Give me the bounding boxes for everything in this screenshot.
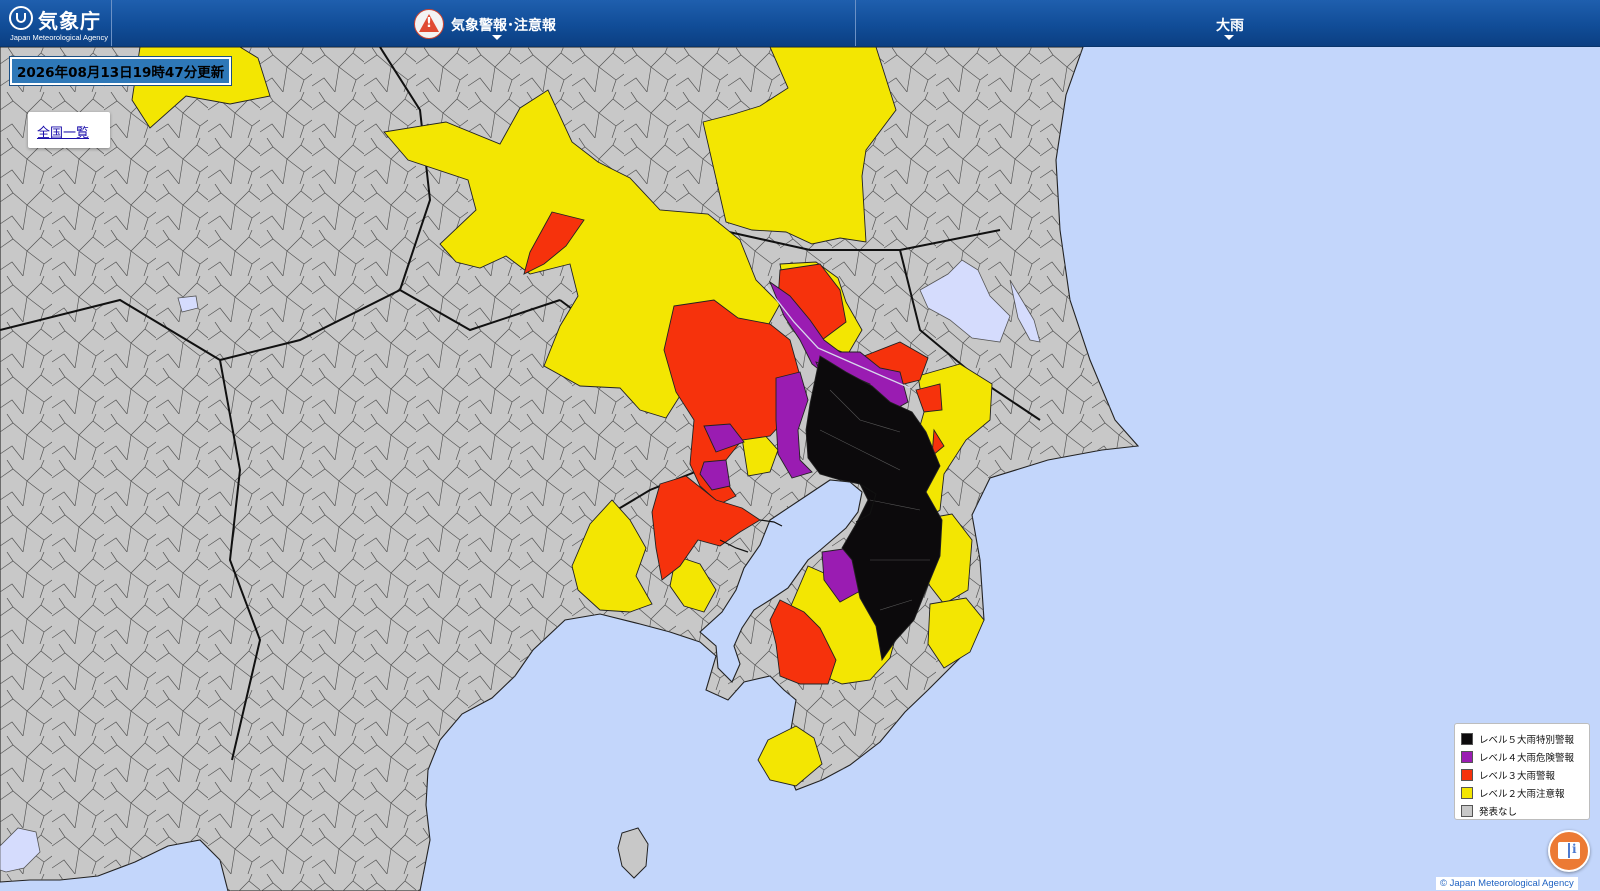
national-list-button[interactable]: 全国一覧 [28, 112, 110, 148]
jma-emblem-icon [9, 6, 33, 30]
legend-swatch-level4 [1461, 751, 1473, 763]
last-updated-timestamp: 2026年08月13日19時47分更新 [10, 57, 232, 85]
logo-english-text: Japan Meteorological Agency [10, 33, 108, 42]
warning-icon [414, 9, 444, 39]
chevron-down-icon [492, 35, 502, 40]
warning-type-selector[interactable]: 気象警報･注意報 [112, 0, 856, 46]
legend-label: レベル４大雨危険警報 [1479, 753, 1575, 764]
legend-label: レベル２大雨注意報 [1479, 789, 1565, 800]
header-bar: 気象庁 Japan Meteorological Agency 気象警報･注意報… [0, 0, 1600, 47]
legend-swatch-level5 [1461, 733, 1473, 745]
national-list-link[interactable]: 全国一覧 [37, 122, 89, 141]
book-info-icon [1558, 842, 1580, 859]
legend-item: レベル４大雨危険警報 [1461, 748, 1589, 766]
legend-swatch-level3 [1461, 769, 1473, 781]
chevron-down-icon [1224, 35, 1234, 40]
copyright-notice: © Japan Meteorological Agency [1436, 877, 1578, 890]
legend-item: レベル３大雨警報 [1461, 766, 1589, 784]
legend-label: 発表なし [1479, 807, 1518, 818]
legend-item: レベル２大雨注意報 [1461, 784, 1589, 802]
weather-element-selector[interactable]: 大雨 [857, 0, 1600, 46]
warning-map[interactable] [0, 47, 1600, 891]
warning-type-label: 気象警報･注意報 [451, 18, 556, 34]
jma-logo[interactable]: 気象庁 Japan Meteorological Agency [0, 0, 112, 46]
legend-item: レベル５大雨特別警報 [1461, 730, 1589, 748]
map-legend: レベル５大雨特別警報 レベル４大雨危険警報 レベル３大雨警報 レベル２大雨注意報… [1454, 723, 1590, 820]
legend-toggle-button[interactable] [1548, 830, 1590, 872]
weather-element-label: 大雨 [1216, 18, 1244, 34]
logo-japanese-text: 気象庁 [38, 9, 101, 33]
legend-label: レベル５大雨特別警報 [1479, 735, 1575, 746]
legend-item: 発表なし [1461, 802, 1589, 820]
legend-swatch-level2 [1461, 787, 1473, 799]
legend-label: レベル３大雨警報 [1479, 771, 1556, 782]
legend-swatch-none [1461, 805, 1473, 817]
